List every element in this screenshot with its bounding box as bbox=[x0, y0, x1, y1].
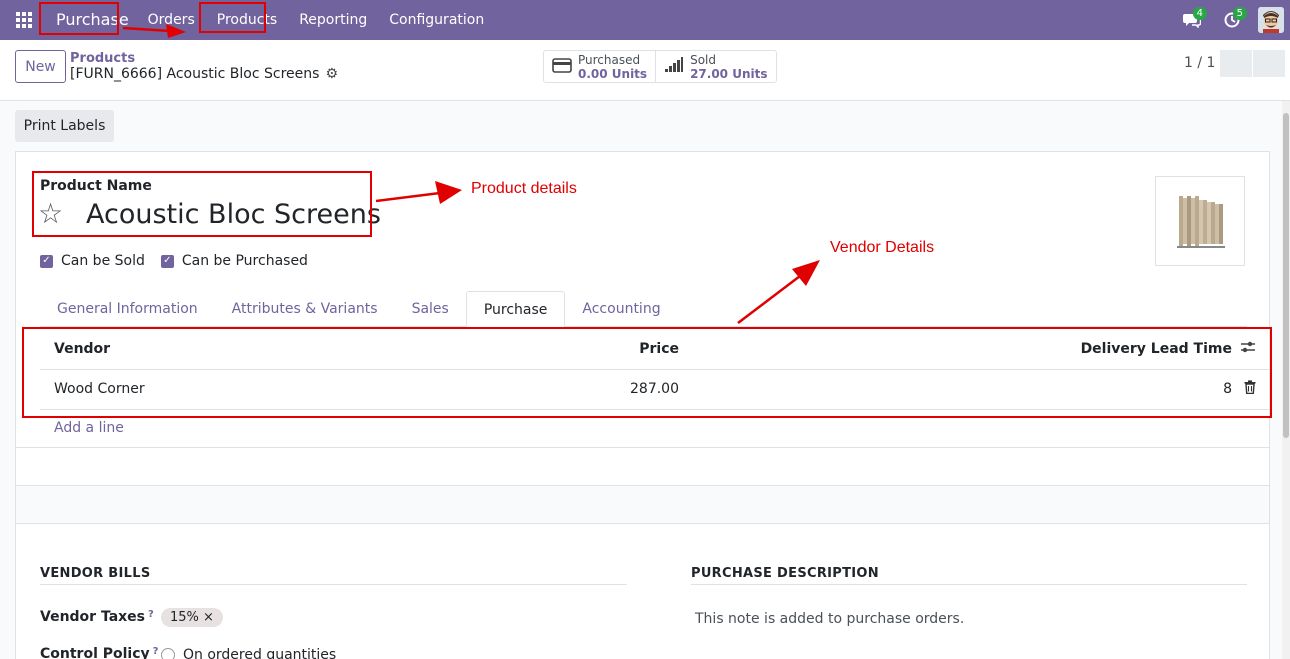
purchased-value: 0.00 Units bbox=[578, 66, 648, 81]
nav-item-configuration[interactable]: Configuration bbox=[378, 5, 495, 35]
sold-smart-button[interactable]: Sold 27.00 Units bbox=[655, 51, 775, 82]
annotation-box-purchase bbox=[39, 2, 119, 35]
pager-value[interactable]: 1 / 1 bbox=[1184, 55, 1215, 71]
signal-bars-icon bbox=[664, 57, 684, 76]
purchase-description-field[interactable]: This note is added to purchase orders. bbox=[695, 611, 964, 627]
control-policy-label: Control Policy? bbox=[40, 646, 158, 659]
can-be-sold-label: Can be Sold bbox=[61, 253, 145, 269]
annotation-box-vendor-details bbox=[22, 327, 1272, 418]
scrollbar[interactable] bbox=[1282, 101, 1290, 659]
annotation-box-product-details bbox=[32, 171, 372, 237]
tab-purchase[interactable]: Purchase bbox=[465, 291, 566, 327]
vendor-tax-tag[interactable]: 15% × bbox=[161, 608, 223, 627]
sold-value: 27.00 Units bbox=[690, 66, 768, 81]
vendor-bills-rule bbox=[40, 584, 627, 585]
tab-general-information[interactable]: General Information bbox=[40, 291, 215, 326]
print-labels-button[interactable]: Print Labels bbox=[15, 110, 114, 142]
new-button[interactable]: New bbox=[15, 50, 66, 83]
control-policy-radio[interactable]: On ordered quantities bbox=[161, 647, 336, 659]
nav-item-orders[interactable]: Orders bbox=[137, 5, 206, 35]
can-be-sold-checkbox[interactable]: ✓ Can be Sold bbox=[40, 253, 145, 269]
vendor-taxes-label: Vendor Taxes? bbox=[40, 609, 154, 625]
section-band bbox=[16, 486, 1269, 523]
can-be-purchased-label: Can be Purchased bbox=[181, 253, 308, 269]
control-panel: New Products [FURN_6666] Acoustic Bloc S… bbox=[0, 40, 1290, 101]
top-navbar: Purchase Orders Products Reporting Confi… bbox=[0, 0, 1290, 40]
purchased-smart-button[interactable]: Purchased 0.00 Units bbox=[544, 51, 655, 82]
control-policy-option: On ordered quantities bbox=[183, 647, 337, 659]
smart-buttons: Purchased 0.00 Units Sold 27.00 Units bbox=[543, 50, 777, 83]
divider bbox=[16, 523, 1269, 524]
user-avatar[interactable] bbox=[1258, 7, 1284, 33]
can-be-purchased-checkbox[interactable]: ✓ Can be Purchased bbox=[160, 253, 308, 269]
annotation-box-products bbox=[199, 2, 266, 33]
product-type-checkboxes: ✓ Can be Sold ✓ Can be Purchased bbox=[40, 253, 324, 269]
purchased-label: Purchased bbox=[578, 52, 641, 67]
tab-accounting[interactable]: Accounting bbox=[565, 291, 677, 326]
radio-button[interactable] bbox=[161, 648, 175, 659]
gear-icon[interactable]: ⚙ bbox=[325, 66, 338, 82]
pager-buttons bbox=[1220, 50, 1285, 77]
annotation-vendor-details: Vendor Details bbox=[830, 239, 935, 256]
checkmark-icon: ✓ bbox=[160, 254, 174, 268]
breadcrumb-parent[interactable]: Products bbox=[70, 51, 135, 66]
activity-badge: 5 bbox=[1232, 7, 1247, 20]
pager-previous-button[interactable] bbox=[1220, 50, 1252, 77]
annotation-product-details: Product details bbox=[471, 180, 577, 197]
product-image[interactable] bbox=[1155, 176, 1245, 266]
help-tooltip-icon[interactable]: ? bbox=[153, 646, 159, 657]
notebook-tabs: General Information Attributes & Variant… bbox=[40, 291, 1247, 327]
credit-card-icon bbox=[552, 57, 572, 76]
vendor-bills-title: VENDOR BILLS bbox=[40, 566, 151, 581]
tab-sales[interactable]: Sales bbox=[395, 291, 466, 326]
divider bbox=[16, 447, 1269, 448]
chat-badge: 4 bbox=[1192, 7, 1207, 20]
help-tooltip-icon[interactable]: ? bbox=[148, 609, 154, 620]
purchase-description-title: PURCHASE DESCRIPTION bbox=[691, 566, 879, 581]
activity-clock-icon[interactable]: 5 bbox=[1212, 0, 1252, 40]
breadcrumb-current-label: [FURN_6666] Acoustic Bloc Screens bbox=[70, 66, 320, 82]
chat-icon[interactable]: 4 bbox=[1172, 0, 1212, 40]
add-a-line-link[interactable]: Add a line bbox=[54, 420, 124, 436]
nav-item-reporting[interactable]: Reporting bbox=[288, 5, 378, 35]
pager-next-button[interactable] bbox=[1253, 50, 1285, 77]
scrollbar-thumb[interactable] bbox=[1283, 113, 1289, 438]
checkmark-icon: ✓ bbox=[40, 254, 53, 268]
tab-attributes-variants[interactable]: Attributes & Variants bbox=[215, 291, 395, 326]
sold-label: Sold bbox=[690, 52, 716, 67]
purchase-description-rule bbox=[691, 584, 1247, 585]
vendor-taxes-text: Vendor Taxes bbox=[40, 609, 145, 625]
breadcrumb-current: [FURN_6666] Acoustic Bloc Screens ⚙ bbox=[70, 66, 338, 82]
control-policy-text: Control Policy bbox=[40, 646, 150, 659]
